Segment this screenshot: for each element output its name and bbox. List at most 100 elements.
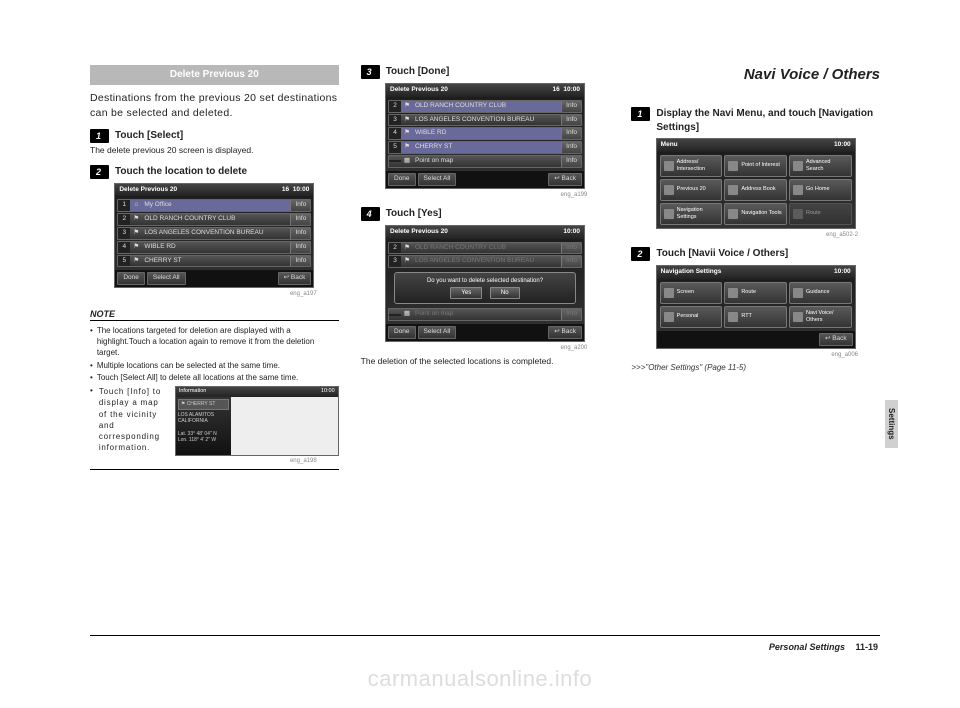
guidance-icon [793,288,803,298]
personal-icon [664,312,674,322]
menu-route[interactable]: Route [724,282,787,304]
list-item[interactable]: 4⚑WIBLE RDInfo [117,241,311,254]
yes-button[interactable]: Yes [450,287,482,299]
info-button[interactable]: Info [561,115,581,126]
menu-navi-voice-others[interactable]: Navi Voice/ Others [789,306,852,328]
home-icon: ⌂ [130,201,142,210]
done-button[interactable]: Done [388,173,416,186]
menu-nav-tools[interactable]: Navigation Tools [724,203,787,225]
select-all-button: Select All [418,326,457,339]
poi-icon [728,161,738,171]
step-4: 4 Touch [Yes] [361,207,610,221]
screen-title: Information [179,388,207,395]
list-item[interactable]: 3⚑LOS ANGELES CONVENTION BUREAUInfo [388,114,582,127]
list-item[interactable]: 5⚑CHERRY STInfo [388,141,582,154]
info-button[interactable]: Info [290,256,310,267]
list-item[interactable]: 2⚑OLD RANCH COUNTRY CLUBInfo [117,213,311,226]
no-button[interactable]: No [490,287,520,299]
flag-icon: ⚑ [130,257,142,266]
menu-previous-20[interactable]: Previous 20 [660,179,723,201]
select-all-button[interactable]: Select All [418,173,457,186]
home-icon [793,185,803,195]
menu-route: Route [789,203,852,225]
flag-icon: ⚑ [130,243,142,252]
menu-rtt[interactable]: RTT [724,306,787,328]
route-icon [793,209,803,219]
voice-icon [793,312,803,322]
list-item[interactable]: 2⚑OLD RANCH COUNTRY CLUBInfo [388,100,582,113]
list-item[interactable]: 4⚑WIBLE RDInfo [388,127,582,140]
step-label: Touch [Select] [115,129,183,143]
list-item[interactable]: 3⚑LOS ANGELES CONVENTION BUREAUInfo [117,227,311,240]
info-button[interactable]: Info [290,228,310,239]
menu-screen[interactable]: Screen [660,282,723,304]
list-item: 3⚑LOS ANGELES CONVENTION BUREAUInfo [388,255,582,268]
info-button[interactable]: Info [561,101,581,112]
step-badge: 3 [361,65,380,79]
clock: 10:00 [834,141,851,150]
step-label: Touch [Done] [386,65,450,79]
list-item: 2⚑OLD RANCH COUNTRY CLUBInfo [388,242,582,255]
back-button[interactable]: ↩ Back [278,272,312,285]
back-icon: ↩ [284,274,289,281]
info-button[interactable]: Info [561,142,581,153]
note-bullet: •Touch [Select All] to delete all locati… [90,373,339,384]
screen-title: Delete Previous 20 [390,228,448,237]
clock: 10:00 [563,86,580,93]
menu-go-home[interactable]: Go Home [789,179,852,201]
done-button: Done [388,326,416,339]
step-label: Touch the location to delete [115,165,247,179]
back-icon: ↩ [554,328,559,335]
info-button[interactable]: Info [290,200,310,211]
screenshot-confirm: Delete Previous 20 10:00 2⚑OLD RANCH COU… [385,225,585,342]
screenshot-done: Delete Previous 20 16 10:00 2⚑OLD RANCH … [385,83,585,188]
list-item[interactable]: ▦Point on mapInfo [388,155,582,168]
section-title: Navi Voice / Others [631,65,880,85]
menu-address[interactable]: Address/ Intersection [660,155,723,177]
history-icon [664,185,674,195]
clock: 10:00 [293,186,310,193]
screen-title: Delete Previous 20 [390,86,448,95]
info-button[interactable]: Info [290,214,310,225]
flag-icon: ⚑ [130,215,142,224]
screenshot-information: Information10:00 ⚑ CHERRY ST LOS ALAMITO… [175,386,339,456]
step-label: Touch [Navii Voice / Others] [656,247,788,261]
figure-caption: eng_a199 [361,191,588,199]
menu-personal[interactable]: Personal [660,306,723,328]
step-label: Touch [Yes] [386,207,442,221]
info-button[interactable]: Info [561,156,581,167]
select-all-button[interactable]: Select All [147,272,186,285]
list-item[interactable]: 1⌂My OfficeInfo [117,199,311,212]
menu-guidance[interactable]: Guidance [789,282,852,304]
menu-advanced-search[interactable]: Advanced Search [789,155,852,177]
step-badge: 1 [631,107,650,121]
step-badge: 1 [90,129,109,143]
menu-address-book[interactable]: Address Book [724,179,787,201]
step-1: 1 Touch [Select] [90,129,339,143]
flag-icon: ⚑ [401,143,413,152]
list-item[interactable]: 5⚑CHERRY STInfo [117,255,311,268]
step-subtext: The delete previous 20 screen is display… [90,145,339,156]
menu-poi[interactable]: Point of Interest [724,155,787,177]
rtt-icon [728,312,738,322]
info-button[interactable]: Info [290,242,310,253]
clock: 10:00 [563,228,580,237]
back-button[interactable]: ↩ Back [548,173,582,186]
flag-icon: ⚑ [401,129,413,138]
figure-caption: eng_a006 [631,351,858,359]
flag-icon: ⚑ [130,229,142,238]
info-button[interactable]: Info [561,128,581,139]
back-button[interactable]: ↩ Back [819,333,853,346]
screenshot-delete-prev-20: Delete Previous 20 16 10:00 1⌂My OfficeI… [114,183,314,288]
column-1: Delete Previous 20 Destinations from the… [90,65,339,470]
intro-text: Destinations from the previous 20 set de… [90,91,339,121]
result-text: The deletion of the selected locations i… [361,356,610,367]
flag-icon: ⚑ [401,257,413,266]
search-icon [793,161,803,171]
page-footer: Personal Settings 11-19 [769,642,878,652]
figure-caption: eng_a502-2 [631,231,858,239]
map-icon: ▦ [401,310,413,319]
done-button[interactable]: Done [117,272,145,285]
screen-icon [664,288,674,298]
menu-nav-settings[interactable]: Navigation Settings [660,203,723,225]
